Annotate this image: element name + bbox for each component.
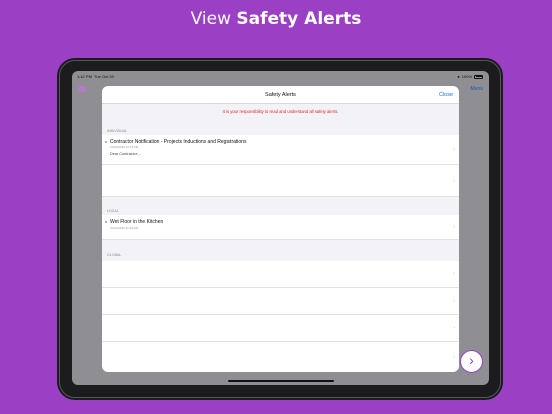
section-header-global: GLOBAL xyxy=(102,240,459,261)
alert-title: Wet Floor in the Kitchen xyxy=(110,219,164,225)
alert-row-empty[interactable]: › xyxy=(102,288,459,315)
chevron-right-icon: › xyxy=(453,354,455,360)
tablet-screen: 1:42 PM Tue Oct 29 ● 100% Menu Safety Al… xyxy=(72,71,489,385)
chevron-right-icon: › xyxy=(453,298,455,304)
app-logo-icon[interactable] xyxy=(78,86,86,92)
alert-row-empty[interactable]: › xyxy=(102,342,459,372)
unread-dot-icon xyxy=(105,140,108,143)
status-date: Tue Oct 29 xyxy=(94,74,114,79)
battery-percent: 100% xyxy=(461,74,472,79)
section-header-individual: INDIVIDUAL xyxy=(102,121,459,135)
responsibility-notice: It is your responsibility to read and un… xyxy=(102,104,459,121)
alert-row-empty[interactable]: › xyxy=(102,315,459,342)
marketing-headline: View Safety Alerts xyxy=(0,9,552,29)
chevron-right-icon: › xyxy=(453,146,455,153)
alert-row-wet-floor[interactable]: Wet Floor in the Kitchen 10/11/2019 11:1… xyxy=(102,215,459,240)
modal-header: Safety Alerts Close xyxy=(102,86,459,104)
chevron-right-icon: › xyxy=(453,271,455,277)
alert-row-empty[interactable]: › xyxy=(102,261,459,288)
close-button[interactable]: Close xyxy=(439,92,453,98)
alert-preview: Dear Contractor,... xyxy=(110,152,142,156)
safety-alerts-modal: Safety Alerts Close It is your responsib… xyxy=(102,86,459,372)
chevron-right-icon: › xyxy=(453,177,455,184)
chevron-right-icon: › xyxy=(453,224,455,230)
unread-dot-icon xyxy=(105,220,108,223)
home-indicator[interactable] xyxy=(228,380,334,382)
status-time: 1:42 PM xyxy=(77,74,92,79)
menu-button[interactable]: Menu xyxy=(470,86,483,92)
status-bar: 1:42 PM Tue Oct 29 ● 100% xyxy=(72,71,489,81)
chevron-right-icon: › xyxy=(453,325,455,331)
arrow-right-circle-icon[interactable]: › xyxy=(460,350,483,373)
headline-bold: Safety Alerts xyxy=(236,9,362,29)
alert-row-empty[interactable]: › xyxy=(102,165,459,197)
alert-timestamp: 10/11/2019 12:13 AM xyxy=(110,145,139,149)
headline-prefix: View xyxy=(190,9,231,29)
alert-timestamp: 10/11/2019 11:18 AM xyxy=(110,226,139,230)
status-time-date: 1:42 PM Tue Oct 29 xyxy=(77,74,114,79)
wifi-icon: ● xyxy=(457,74,460,79)
battery-icon xyxy=(474,74,483,79)
modal-title: Safety Alerts xyxy=(265,92,296,98)
status-right: ● 100% xyxy=(457,74,483,79)
section-header-local: LOCAL xyxy=(102,197,459,215)
alert-row-contractor-notification[interactable]: Contractor Notification - Projects Induc… xyxy=(102,135,459,165)
